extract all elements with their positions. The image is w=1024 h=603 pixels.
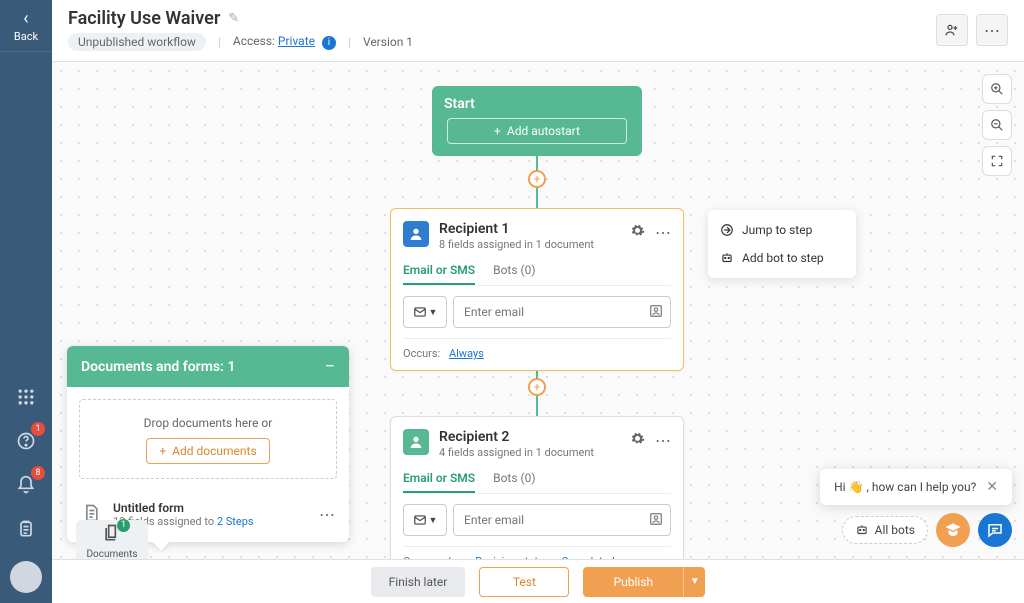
access-label: Access:	[233, 34, 275, 48]
separator: |	[348, 35, 351, 49]
more-button[interactable]: ⋯	[976, 14, 1008, 46]
back-label: Back	[0, 30, 52, 43]
form-title: Untitled form	[113, 501, 254, 515]
contact-picker-icon[interactable]	[648, 303, 664, 322]
add-autostart-button[interactable]: + Add autostart	[447, 118, 627, 144]
plus-icon: +	[159, 444, 166, 458]
recipient-subtitle: 8 fields assigned in 1 document	[439, 238, 594, 251]
help-icon[interactable]: 1	[10, 425, 42, 457]
add-step-button[interactable]: +	[528, 378, 546, 396]
chevron-down-icon: ▼	[429, 515, 438, 526]
documents-count: 1	[117, 519, 130, 532]
chat-button[interactable]	[978, 513, 1012, 547]
fit-button[interactable]	[982, 146, 1012, 176]
tab-bots[interactable]: Bots (0)	[493, 263, 535, 285]
page-title: Facility Use Waiver	[68, 8, 220, 29]
dropzone[interactable]: Drop documents here or + Add documents	[79, 399, 337, 479]
gear-icon[interactable]	[630, 431, 645, 450]
form-steps-link[interactable]: 2 Steps	[217, 515, 254, 528]
footer-bar: Finish later Test Publish ▼	[52, 559, 1024, 603]
docs-panel-title: Documents and forms: 1	[81, 359, 235, 375]
finish-later-button[interactable]: Finish later	[371, 567, 466, 597]
workflow-canvas[interactable]: Start + Add autostart + + Recipient 1 8 …	[52, 62, 1024, 559]
recipient-title: Recipient 2	[439, 429, 594, 445]
documents-panel: Documents and forms: 1 − Drop documents …	[67, 346, 349, 542]
chevron-down-icon: ▼	[429, 307, 438, 318]
access-link[interactable]: Private	[278, 34, 315, 48]
ctx-jump-label: Jump to step	[742, 223, 812, 237]
publish-dropdown[interactable]: ▼	[683, 567, 705, 597]
email-input[interactable]	[453, 504, 671, 536]
recipient-subtitle: 4 fields assigned in 1 document	[439, 446, 594, 459]
bell-badge: 8	[31, 466, 45, 480]
contact-picker-icon[interactable]	[648, 511, 664, 530]
help-badge: 1	[31, 422, 45, 436]
status-pill: Unpublished workflow	[68, 33, 206, 51]
documents-tab[interactable]: 1 Documents	[76, 520, 148, 559]
bell-icon[interactable]: 8	[10, 469, 42, 501]
tab-bots[interactable]: Bots (0)	[493, 471, 535, 493]
header: Facility Use Waiver ✎ Unpublished workfl…	[52, 0, 1024, 62]
tab-email-sms[interactable]: Email or SMS	[403, 263, 475, 285]
floating-actions: All bots	[842, 513, 1012, 547]
person-icon	[403, 429, 429, 455]
recipient-card-2[interactable]: Recipient 2 4 fields assigned in 1 docum…	[390, 416, 684, 559]
version-label: Version 1	[363, 35, 413, 49]
step-context-menu: Jump to step Add bot to step	[708, 210, 856, 278]
apps-icon[interactable]	[10, 381, 42, 413]
occurs-link[interactable]: Always	[449, 347, 484, 360]
add-docs-label: Add documents	[172, 444, 256, 458]
chevron-left-icon: ‹	[0, 10, 52, 28]
more-icon[interactable]: ⋯	[655, 223, 671, 242]
publish-button[interactable]: Publish	[583, 567, 683, 597]
user-avatar[interactable]	[10, 561, 42, 593]
chat-greeting-text: Hi 👋 , how can I help you?	[834, 480, 976, 494]
add-documents-button[interactable]: + Add documents	[146, 438, 269, 464]
clipboard-icon[interactable]	[10, 513, 42, 545]
dropzone-text: Drop documents here or	[90, 416, 326, 430]
recipient-card-1[interactable]: Recipient 1 8 fields assigned in 1 docum…	[390, 208, 684, 371]
plus-icon: +	[494, 124, 501, 138]
start-node[interactable]: Start + Add autostart	[432, 86, 642, 156]
person-icon	[403, 221, 429, 247]
ctx-jump-to-step[interactable]: Jump to step	[708, 216, 856, 244]
ctx-addbot-label: Add bot to step	[742, 251, 824, 265]
start-label: Start	[444, 96, 630, 112]
more-icon[interactable]: ⋯	[319, 505, 335, 524]
add-step-button[interactable]: +	[528, 170, 546, 188]
zoom-controls	[982, 74, 1012, 176]
all-bots-label: All bots	[875, 523, 915, 537]
gear-icon[interactable]	[630, 223, 645, 242]
documents-icon: 1	[102, 523, 122, 547]
method-picker[interactable]: ▼	[403, 296, 447, 328]
info-icon[interactable]: i	[322, 36, 336, 50]
ctx-add-bot[interactable]: Add bot to step	[708, 244, 856, 272]
autostart-label: Add autostart	[507, 124, 580, 138]
tab-email-sms[interactable]: Email or SMS	[403, 471, 475, 493]
collapse-icon[interactable]: −	[325, 356, 335, 377]
more-icon[interactable]: ⋯	[655, 431, 671, 450]
edit-title-icon[interactable]: ✎	[228, 11, 239, 26]
chat-greeting: Hi 👋 , how can I help you? ✕	[820, 469, 1012, 505]
email-field[interactable]	[464, 505, 640, 535]
method-picker[interactable]: ▼	[403, 504, 447, 536]
occurs-label: Occurs:	[403, 347, 440, 360]
zoom-in-button[interactable]	[982, 74, 1012, 104]
zoom-out-button[interactable]	[982, 110, 1012, 140]
recipient-title: Recipient 1	[439, 221, 594, 237]
academy-button[interactable]	[936, 513, 970, 547]
email-field[interactable]	[464, 297, 640, 327]
left-rail: ‹ Back 1 8	[0, 0, 52, 603]
separator: |	[218, 35, 221, 49]
email-input[interactable]	[453, 296, 671, 328]
all-bots-button[interactable]: All bots	[842, 516, 928, 544]
documents-tab-label: Documents	[86, 549, 137, 560]
test-button[interactable]: Test	[479, 567, 569, 597]
back-button[interactable]: ‹ Back	[0, 0, 52, 52]
share-button[interactable]	[936, 14, 968, 46]
close-icon[interactable]: ✕	[986, 479, 998, 495]
